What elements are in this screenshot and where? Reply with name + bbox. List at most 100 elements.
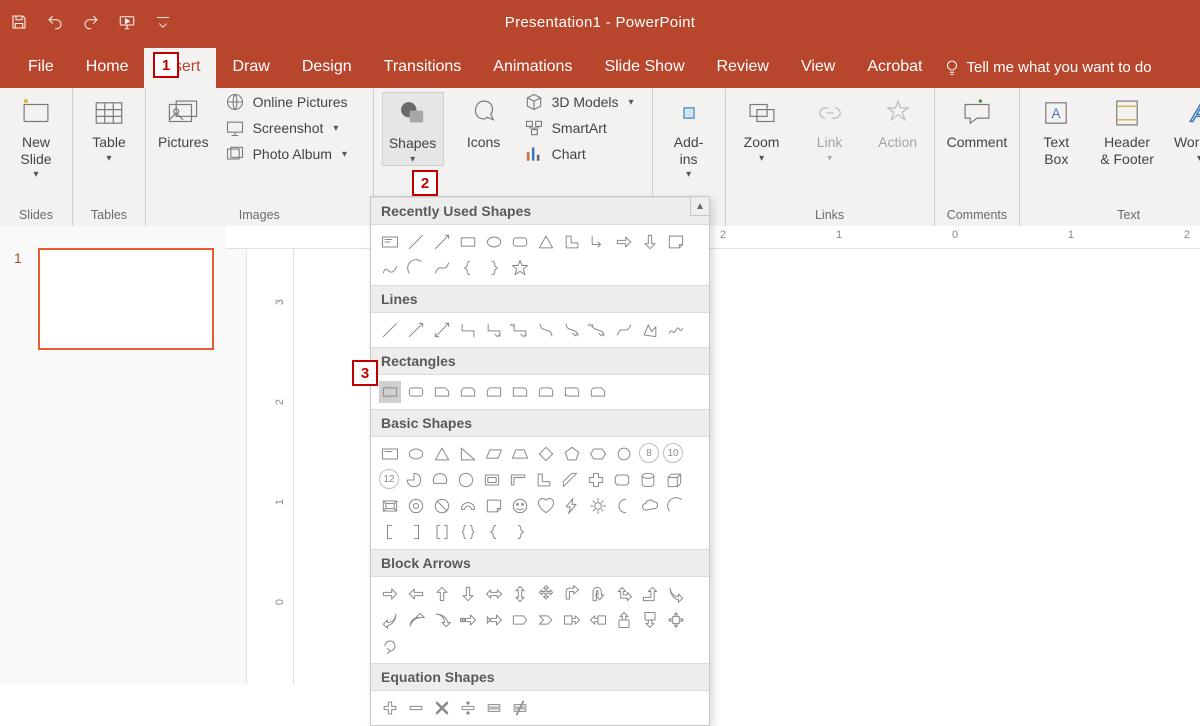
shape-elbow-double-arrow-connector[interactable]: [509, 319, 531, 341]
shape-chord[interactable]: [429, 469, 451, 491]
shape-line-arrow[interactable]: [405, 319, 427, 341]
shape-equal[interactable]: [483, 697, 505, 719]
shape-pie[interactable]: [403, 469, 425, 491]
shape-block-arc[interactable]: [457, 495, 479, 517]
shape-parallelogram[interactable]: [483, 443, 505, 465]
shape-cloud[interactable]: [639, 495, 661, 517]
shape-curved-right-arrow[interactable]: [665, 583, 687, 605]
shape-divide[interactable]: [457, 697, 479, 719]
shape-bevel[interactable]: [379, 495, 401, 517]
shape-multiply[interactable]: [431, 697, 453, 719]
shape-right-brace[interactable]: [483, 257, 505, 279]
shape-teardrop[interactable]: [455, 469, 477, 491]
save-icon[interactable]: [10, 13, 28, 31]
shape-right-arrow[interactable]: [613, 231, 635, 253]
shape-oval[interactable]: [483, 231, 505, 253]
shape-curve[interactable]: [613, 319, 635, 341]
3d-models-button[interactable]: 3D Models: [524, 92, 644, 112]
shape-double-arrow[interactable]: [431, 319, 453, 341]
shape-triangle[interactable]: [431, 443, 453, 465]
tab-home[interactable]: Home: [70, 48, 145, 88]
shape-sun[interactable]: [587, 495, 609, 517]
shape-arc[interactable]: [405, 257, 427, 279]
wordart-button[interactable]: A WordArt: [1170, 92, 1200, 164]
shape-left-right-arrow[interactable]: [483, 583, 505, 605]
tab-design[interactable]: Design: [286, 48, 368, 88]
shape-trapezoid[interactable]: [509, 443, 531, 465]
tab-draw[interactable]: Draw: [216, 48, 285, 88]
tab-file[interactable]: File: [12, 48, 70, 88]
shape-curved-left-arrow[interactable]: [379, 609, 401, 631]
shape-single-corner-rounded[interactable]: [509, 381, 531, 403]
shape-lightning[interactable]: [561, 495, 583, 517]
link-button[interactable]: Link: [802, 92, 858, 164]
shape-text-box[interactable]: [379, 443, 401, 465]
qat-customize-icon[interactable]: [154, 13, 172, 31]
shape-circular-arrow[interactable]: [379, 635, 401, 657]
shape-left-arrow[interactable]: [405, 583, 427, 605]
shape-notched-right-arrow[interactable]: [483, 609, 505, 631]
shape-up-down-arrow[interactable]: [509, 583, 531, 605]
smartart-button[interactable]: SmartArt: [524, 118, 644, 138]
new-slide-button[interactable]: New Slide: [8, 92, 64, 180]
shape-not-equal[interactable]: [509, 697, 531, 719]
shape-chevron[interactable]: [535, 609, 557, 631]
table-button[interactable]: Table: [81, 92, 137, 164]
shape-right-arrow-callout[interactable]: [561, 609, 583, 631]
shape-folded-corner[interactable]: [483, 495, 505, 517]
zoom-button[interactable]: Zoom: [734, 92, 790, 164]
shape-curved-arrow-connector[interactable]: [561, 319, 583, 341]
header-footer-button[interactable]: Header & Footer: [1096, 92, 1158, 167]
shape-down-arrow[interactable]: [639, 231, 661, 253]
shape-plus[interactable]: [379, 697, 401, 719]
shape-plaque[interactable]: [611, 469, 633, 491]
shape-left-up-arrow[interactable]: [613, 583, 635, 605]
shape-left-brace[interactable]: [483, 521, 505, 543]
shape-pentagon[interactable]: [561, 443, 583, 465]
shapes-button[interactable]: Shapes: [382, 92, 444, 166]
start-from-beginning-icon[interactable]: [118, 13, 136, 31]
pictures-button[interactable]: Pictures: [154, 92, 213, 151]
shape-down-arrow-callout[interactable]: [639, 609, 661, 631]
shape-freeform-closed[interactable]: [639, 319, 661, 341]
shape-line[interactable]: [405, 231, 427, 253]
shape-down-arrow[interactable]: [457, 583, 479, 605]
shape-up-arrow-callout[interactable]: [613, 609, 635, 631]
shape-triangle[interactable]: [535, 231, 557, 253]
shape-curved-up-arrow[interactable]: [405, 609, 427, 631]
shape-half-frame[interactable]: [507, 469, 529, 491]
shape-star[interactable]: [509, 257, 531, 279]
addins-button[interactable]: Add- ins: [661, 92, 717, 180]
shape-rounded-rectangle[interactable]: [509, 231, 531, 253]
shape-pentagon-arrow[interactable]: [509, 609, 531, 631]
shape-diagonal-corners-rounded[interactable]: [561, 381, 583, 403]
tab-view[interactable]: View: [785, 48, 851, 88]
undo-icon[interactable]: [46, 13, 64, 31]
shape-bent-up-arrow[interactable]: [639, 583, 661, 605]
icons-button[interactable]: Icons: [456, 92, 512, 151]
shape-bent-arrow[interactable]: [561, 583, 583, 605]
shape-double-bracket[interactable]: [431, 521, 453, 543]
shape-curved-double-arrow-connector[interactable]: [587, 319, 609, 341]
tab-acrobat[interactable]: Acrobat: [851, 48, 938, 88]
shape-cross[interactable]: [585, 469, 607, 491]
shape-curved-connector[interactable]: [535, 319, 557, 341]
slide-thumbnail-1[interactable]: [38, 248, 214, 350]
shape-striped-right-arrow[interactable]: [457, 609, 479, 631]
shape-left-arrow-callout[interactable]: [587, 609, 609, 631]
shape-text-box[interactable]: [379, 231, 401, 253]
tab-review[interactable]: Review: [701, 48, 785, 88]
shape-right-brace[interactable]: [509, 521, 531, 543]
shape-diagonal-corners-snipped[interactable]: [483, 381, 505, 403]
shape-elbow-arrow-connector[interactable]: [483, 319, 505, 341]
shape-u-turn-arrow[interactable]: [587, 583, 609, 605]
comment-button[interactable]: Comment: [943, 92, 1012, 151]
shape-double-brace[interactable]: [457, 521, 479, 543]
shape-decagon[interactable]: 10: [663, 443, 683, 463]
chart-button[interactable]: Chart: [524, 144, 644, 164]
shape-right-triangle[interactable]: [457, 443, 479, 465]
tab-animations[interactable]: Animations: [477, 48, 588, 88]
shape-top-corners-rounded[interactable]: [535, 381, 557, 403]
shape-curved-down-arrow[interactable]: [431, 609, 453, 631]
shape-line-arrow[interactable]: [431, 231, 453, 253]
